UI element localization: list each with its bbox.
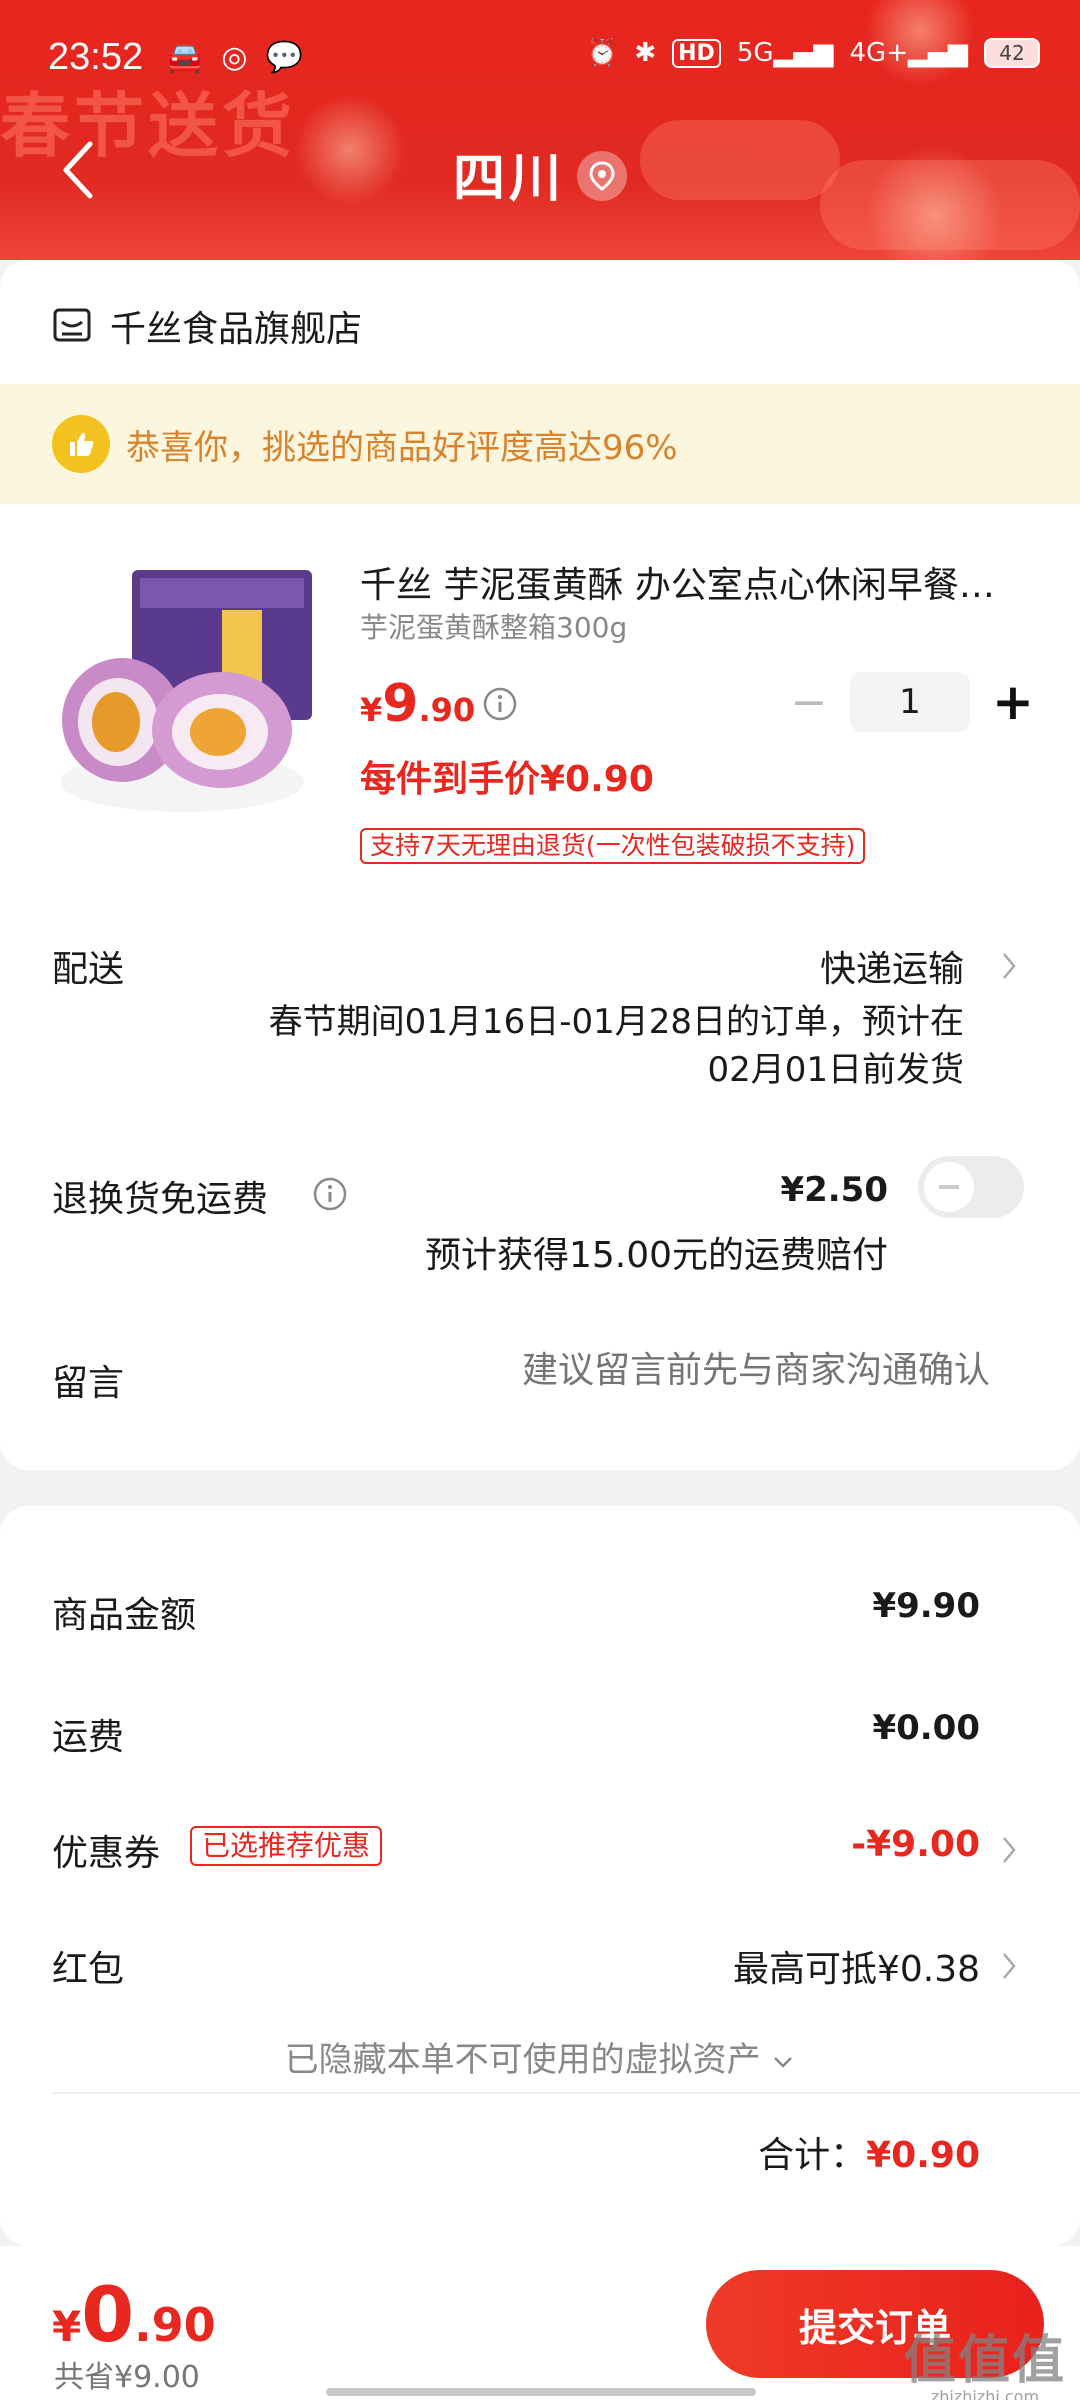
- red-packet-value[interactable]: 最高可抵¥0.38: [733, 1940, 980, 1992]
- header: 春节送货 23:52 🚘 ◎ 💬 ⏰ ✱ HD 5G▂▄▆ 4G+▂▄▆ 42 …: [0, 0, 1080, 260]
- delivery-label: 配送: [52, 949, 125, 990]
- product-title[interactable]: 千丝 芋泥蛋黄酥 办公室点心休闲早餐糕点: [360, 556, 1020, 608]
- red-packet-label: 红包: [52, 1949, 125, 1990]
- delivery-method[interactable]: 快递运输: [820, 940, 964, 992]
- shop-row[interactable]: 千丝食品旗舰店: [52, 300, 362, 352]
- site-watermark: 值值值 zhizhizhi.com: [903, 2331, 1066, 2400]
- divider: [52, 2092, 1080, 2094]
- goods-amount-label: 商品金额: [52, 1595, 197, 1636]
- region-name: 四川: [452, 149, 565, 209]
- goods-amount-value: ¥9.90: [872, 1586, 980, 1626]
- unit-final-price: 每件到手价¥0.90: [360, 759, 654, 800]
- checkout-total-price: ¥0.90: [52, 2270, 216, 2359]
- quantity-value[interactable]: 1: [850, 672, 970, 732]
- rating-banner: 恭喜你，挑选的商品好评度高达96%: [0, 384, 1080, 504]
- shop-name: 千丝食品旗舰店: [110, 309, 363, 350]
- product-spec[interactable]: 芋泥蛋黄酥整箱300g: [360, 606, 627, 646]
- product-price: ¥9.90: [360, 674, 476, 734]
- coupon-value[interactable]: -¥9.00: [851, 1824, 980, 1865]
- chevron-right-icon[interactable]: [1000, 1950, 1018, 1982]
- alarm-icon: ⏰: [585, 38, 619, 68]
- bluetooth-icon: ✱: [634, 38, 657, 68]
- shipping-label: 运费: [52, 1717, 125, 1758]
- return-fee-toggle[interactable]: [918, 1156, 1024, 1218]
- order-total: 合计：¥0.90: [758, 2135, 980, 2176]
- shop-icon: [53, 308, 91, 342]
- quantity-stepper: − 1 +: [784, 672, 1038, 732]
- battery-icon: 42: [984, 38, 1040, 68]
- delivery-note: 春节期间01月16日-01月28日的订单，预计在 02月01日前发货: [268, 1002, 964, 1090]
- return-fee-info-icon[interactable]: [312, 1176, 348, 1212]
- chevron-right-icon[interactable]: [1000, 950, 1018, 982]
- return-policy-badge: 支持7天无理由退货(一次性包装破损不支持): [360, 828, 866, 864]
- thumbs-up-icon: [52, 415, 110, 473]
- chevron-down-icon: [774, 2056, 793, 2068]
- message-input[interactable]: [420, 1350, 990, 1391]
- order-summary-card: 商品金额 ¥9.90 运费 ¥0.00 优惠券 已选推荐优惠 -¥9.00 红包…: [0, 1506, 1080, 2246]
- home-indicator[interactable]: [326, 2388, 756, 2396]
- status-notification-icons: 🚘 ◎ 💬: [166, 40, 303, 75]
- swirl-app-icon: ◎: [221, 40, 248, 75]
- toggle-knob: [924, 1162, 974, 1212]
- order-item-card: 千丝食品旗舰店 恭喜你，挑选的商品好评度高达96% 千丝 芋泥蛋黄酥 办公室点心…: [0, 260, 1080, 1470]
- total-saved: 共省¥9.00: [54, 2360, 200, 2395]
- return-fee-compensation-note: 预计获得15.00元的运费赔付: [424, 1235, 888, 1276]
- signal-5g-icon: 5G▂▄▆: [736, 38, 834, 68]
- quantity-increase-button[interactable]: +: [988, 672, 1038, 732]
- wechat-icon: 💬: [265, 40, 303, 75]
- return-fee-label: 退换货免运费: [52, 1179, 269, 1220]
- message-label: 留言: [52, 1363, 125, 1404]
- status-right-icons: ⏰ ✱ HD 5G▂▄▆ 4G+▂▄▆ 42: [586, 38, 1040, 68]
- rating-text: 恭喜你，挑选的商品好评度高达96%: [126, 427, 678, 468]
- price-info-icon[interactable]: [482, 686, 518, 722]
- coupon-recommended-tag: 已选推荐优惠: [190, 1826, 383, 1866]
- chevron-right-icon[interactable]: [1000, 1834, 1018, 1866]
- region-selector[interactable]: 四川: [0, 136, 1080, 211]
- hd-icon: HD: [672, 38, 721, 68]
- status-time: 23:52: [48, 36, 144, 78]
- status-bar: 23:52 🚘 ◎ 💬 ⏰ ✱ HD 5G▂▄▆ 4G+▂▄▆ 42: [0, 30, 1080, 90]
- product-image[interactable]: [52, 550, 322, 820]
- quantity-decrease-button[interactable]: −: [784, 672, 834, 732]
- shipping-value: ¥0.00: [872, 1708, 980, 1748]
- car-icon: 🚘: [166, 40, 204, 75]
- coupon-label: 优惠券: [52, 1833, 161, 1874]
- return-fee-amount: ¥2.50: [780, 1170, 888, 1210]
- location-pin-icon[interactable]: [577, 151, 627, 201]
- hidden-assets-toggle[interactable]: 已隐藏本单不可使用的虚拟资产: [0, 2032, 1080, 2081]
- signal-4g-icon: 4G+▂▄▆: [849, 38, 968, 68]
